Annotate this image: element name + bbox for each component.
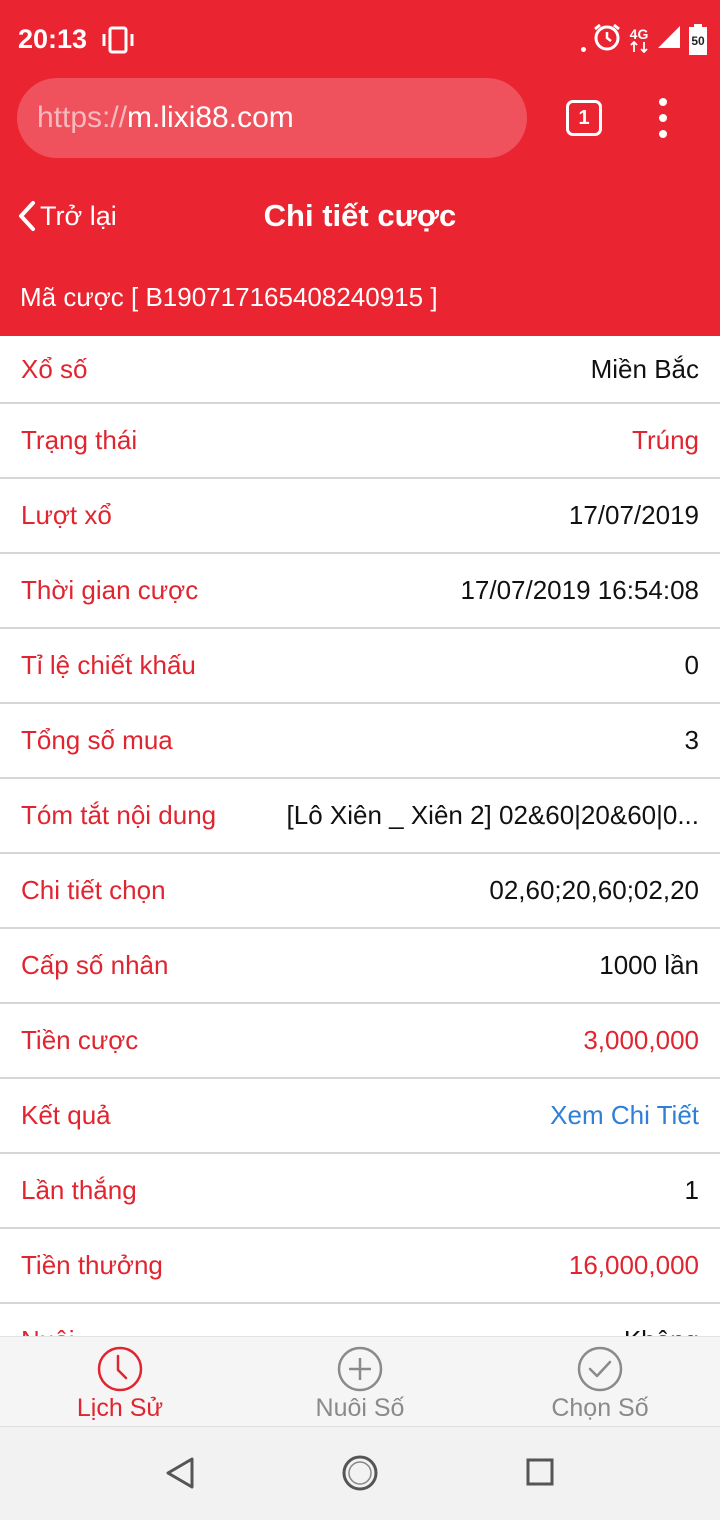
- system-nav-bar: [0, 1426, 720, 1520]
- plus-circle-icon: [337, 1346, 383, 1392]
- browser-menu-icon[interactable]: [655, 98, 671, 138]
- detail-row-status: Trạng thái Trúng: [0, 404, 720, 479]
- detail-value: [Lô Xiên _ Xiên 2] 02&60|20&60|0...: [286, 800, 699, 830]
- detail-label: Kết quả: [21, 1100, 111, 1130]
- detail-value: 17/07/2019: [568, 500, 699, 530]
- back-triangle-icon[interactable]: [164, 1455, 196, 1496]
- url-scheme: https://: [37, 101, 128, 134]
- network-icon: 4G: [628, 27, 650, 53]
- page-title: Chi tiết cược: [263, 198, 457, 233]
- view-detail-link[interactable]: Xem Chi Tiết: [550, 1100, 699, 1131]
- detail-row-prize: Tiền thưởng 16,000,000: [0, 1229, 720, 1304]
- browser-toolbar: https://m.lixi88.com 1: [0, 78, 720, 174]
- status-time: 20:13: [18, 24, 88, 54]
- home-circle-icon[interactable]: [341, 1454, 379, 1497]
- detail-label: Tóm tắt nội dung: [21, 800, 217, 830]
- detail-label: Trạng thái: [21, 425, 138, 455]
- detail-value: Miền Bắc: [590, 353, 699, 384]
- detail-value: 1: [684, 1175, 699, 1205]
- bet-code: Mã cược [ B190717165408240915 ]: [20, 282, 438, 312]
- detail-row-nurture: Nuôi Không: [0, 1304, 720, 1336]
- bet-amount-value: 3,000,000: [583, 1025, 699, 1055]
- nav-choose[interactable]: Chọn Số: [480, 1345, 720, 1423]
- bet-detail-list: Xổ số Miền Bắc Trạng thái Trúng Lượt xổ …: [0, 336, 720, 1336]
- tab-switcher-button[interactable]: 1: [566, 100, 602, 136]
- detail-label: Thời gian cược: [21, 575, 199, 605]
- detail-label: Nuôi: [21, 1325, 74, 1336]
- detail-row-selection: Chi tiết chọn 02,60;20,60;02,20: [0, 854, 720, 929]
- detail-value: 17/07/2019 16:54:08: [460, 575, 699, 605]
- nav-nurture[interactable]: Nuôi Số: [240, 1345, 480, 1423]
- battery-icon: 50: [688, 23, 708, 56]
- detail-row-lottery: Xổ số Miền Bắc: [0, 336, 720, 404]
- detail-label: Tỉ lệ chiết khấu: [21, 650, 196, 680]
- status-icons: 4G 50: [581, 22, 708, 57]
- nav-history[interactable]: Lịch Sử: [0, 1345, 240, 1423]
- detail-row-result: Kết quả Xem Chi Tiết: [0, 1079, 720, 1154]
- page-header: Trở lại Chi tiết cược Mã cược [ B1907171…: [0, 174, 720, 336]
- alarm-icon: [592, 22, 622, 57]
- detail-label: Lần thắng: [21, 1175, 137, 1205]
- detail-label: Tiền thưởng: [21, 1250, 163, 1280]
- detail-label: Tổng số mua: [21, 725, 173, 755]
- detail-value: 0: [684, 650, 699, 680]
- detail-row-wins: Lần thắng 1: [0, 1154, 720, 1229]
- detail-label: Cấp số nhân: [21, 950, 169, 980]
- check-circle-icon: [577, 1346, 623, 1392]
- nav-choose-label: Chọn Số: [551, 1394, 649, 1422]
- url-bar[interactable]: https://m.lixi88.com: [17, 78, 527, 158]
- status-bar: 20:13 4G 50: [0, 0, 720, 78]
- signal-icon: [656, 24, 682, 55]
- detail-row-total-bought: Tổng số mua 3: [0, 704, 720, 779]
- url-text: https://m.lixi88.com: [37, 101, 294, 135]
- detail-label: Xổ số: [21, 353, 88, 384]
- url-host: m.lixi88.com: [127, 101, 294, 134]
- detail-row-draw: Lượt xổ 17/07/2019: [0, 479, 720, 554]
- nav-history-label: Lịch Sử: [76, 1394, 164, 1422]
- detail-row-summary: Tóm tắt nội dung [Lô Xiên _ Xiên 2] 02&6…: [0, 779, 720, 854]
- network-label: 4G: [629, 25, 649, 42]
- vibrate-icon: [100, 26, 136, 59]
- detail-row-multiplier: Cấp số nhân 1000 lần: [0, 929, 720, 1004]
- notification-dot-icon: [581, 47, 586, 52]
- status-value: Trúng: [632, 425, 699, 455]
- detail-label: Lượt xổ: [21, 500, 112, 530]
- bottom-nav: Lịch Sử Nuôi Số Chọn Số: [0, 1336, 720, 1426]
- detail-value: 02,60;20,60;02,20: [489, 875, 699, 905]
- detail-value: 1000 lần: [599, 950, 699, 980]
- prize-amount-value: 16,000,000: [568, 1250, 699, 1280]
- detail-row-discount: Tỉ lệ chiết khấu 0: [0, 629, 720, 704]
- detail-label: Tiền cược: [21, 1025, 139, 1055]
- battery-level: 50: [691, 33, 705, 48]
- detail-value: 3: [684, 725, 699, 755]
- detail-value: Không: [624, 1325, 699, 1336]
- detail-label: Chi tiết chọn: [21, 875, 166, 905]
- nav-nurture-label: Nuôi Số: [315, 1394, 405, 1422]
- recents-square-icon[interactable]: [525, 1457, 555, 1492]
- clock-icon: [97, 1346, 143, 1392]
- detail-row-bet-time: Thời gian cược 17/07/2019 16:54:08: [0, 554, 720, 629]
- detail-row-bet-amount: Tiền cược 3,000,000: [0, 1004, 720, 1079]
